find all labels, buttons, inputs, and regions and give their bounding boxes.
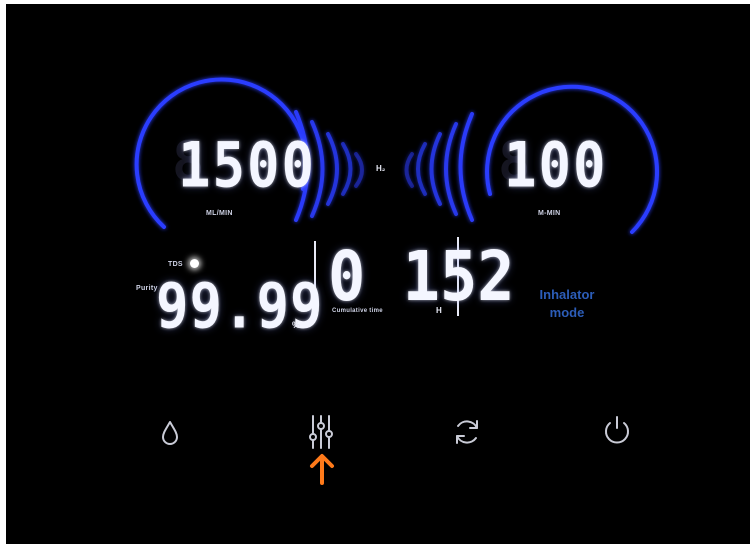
water-drop-icon <box>162 421 178 445</box>
refresh-button[interactable] <box>452 417 482 447</box>
tds-indicator-light <box>190 259 199 268</box>
power-button[interactable] <box>602 414 632 446</box>
purity-unit: % <box>292 320 301 330</box>
cumulative-unit: H <box>436 306 442 315</box>
cumulative-label: Cumulative time <box>332 308 383 314</box>
flow-value: 1500 <box>178 129 317 202</box>
purity-value: 99.99 <box>156 270 324 343</box>
flow-unit: ML/MIN <box>206 210 233 217</box>
settings-sliders-button[interactable] <box>306 413 336 451</box>
mode-line-2: mode <box>549 305 585 320</box>
power-icon <box>605 416 629 444</box>
gas-label: H₂ <box>376 164 386 173</box>
tds-label: TDS <box>168 261 183 268</box>
water-drop-button[interactable] <box>156 416 184 450</box>
mode-line-1: Inhalator <box>539 287 595 302</box>
refresh-icon <box>456 420 478 444</box>
cumulative-value: 0 152 <box>328 236 515 317</box>
right-wave-arcs <box>404 112 474 222</box>
mode-label: Inhalator mode <box>522 286 612 322</box>
pointer-arrow-icon <box>307 450 337 488</box>
device-control-panel: 8 1500 ML/MIN H₂ 8 100 M-MIN TDS Purity … <box>6 4 750 544</box>
settings-sliders-icon <box>309 415 333 449</box>
time-unit: M-MIN <box>538 210 561 217</box>
purity-label: Purity <box>136 285 158 292</box>
time-value: 100 <box>504 129 608 202</box>
